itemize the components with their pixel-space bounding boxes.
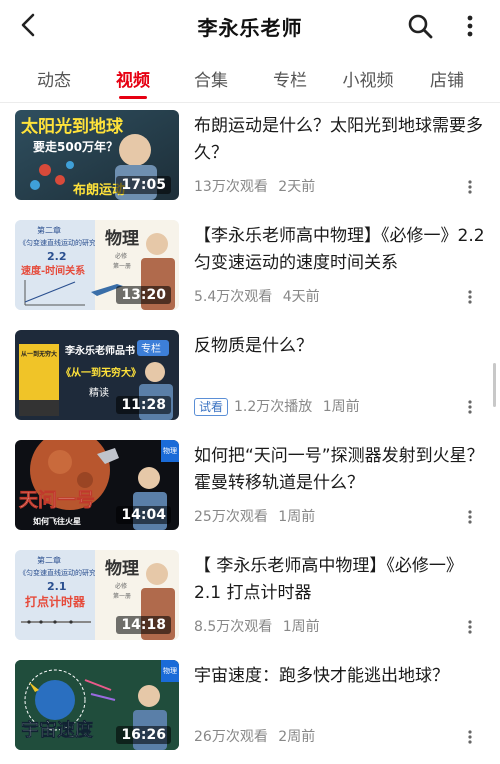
publish-time: 4天前 <box>282 289 320 305</box>
video-thumbnail[interactable]: 第二章 《匀变速直线运动的研究》 2.2 速度-时间关系 物理 必修 第一册 1… <box>15 220 179 310</box>
tab-short-videos[interactable]: 小视频 <box>343 66 394 91</box>
thumb-text: 物理 <box>105 228 139 249</box>
view-count: 26万次观看 <box>194 729 268 745</box>
view-count: 13万次观看 <box>194 179 268 195</box>
video-item[interactable]: 从一到无穷大 李永乐老师品书 《从一到无穷大》 精读 专栏 11:28 反物质是… <box>0 323 500 423</box>
thumb-text: 物理 <box>105 558 139 579</box>
more-vertical-icon[interactable] <box>458 12 482 40</box>
more-options-icon[interactable] <box>465 289 475 305</box>
thumb-text: 必修 <box>115 252 127 260</box>
more-options-icon[interactable] <box>465 179 475 195</box>
thumb-text: 精读 <box>89 386 109 399</box>
thumb-text: 必修 <box>115 582 127 590</box>
video-title[interactable]: 如何把“天问一号”探测器发射到火星？霍曼转移轨道是什么？ <box>194 443 486 497</box>
tab-videos[interactable]: 视频 <box>116 66 150 91</box>
video-meta: 试看 1.2万次播放 1周前 <box>194 396 366 416</box>
publish-time: 2天前 <box>278 179 316 195</box>
more-options-icon[interactable] <box>465 509 475 525</box>
thumb-text: 专栏 <box>141 342 161 355</box>
more-options-icon[interactable] <box>465 619 475 635</box>
thumb-text: 物理 <box>163 446 177 455</box>
video-duration: 14:18 <box>116 616 171 634</box>
active-tab-indicator <box>119 96 147 99</box>
video-title[interactable]: 反物质是什么？ <box>194 333 486 360</box>
trial-badge: 试看 <box>194 398 229 416</box>
play-count: 1.2万次播放 <box>234 399 313 415</box>
thumb-text: 《从一到无穷大》 <box>61 366 141 379</box>
video-meta: 25万次观看 1周前 <box>194 506 321 526</box>
video-duration: 16:26 <box>116 726 171 744</box>
video-item[interactable]: 物理 天问一号 如何飞往火星 14:04 如何把“天问一号”探测器发射到火星？霍… <box>0 433 500 533</box>
video-title[interactable]: 【李永乐老师高中物理】《必修一》2.2 匀变速运动的速度时间关系 <box>194 223 486 277</box>
thumb-text: 李永乐老师品书 <box>64 344 135 357</box>
thumb-text: 天问一号 <box>19 489 95 511</box>
video-duration: 11:28 <box>116 396 171 414</box>
publish-time: 2周前 <box>278 729 316 745</box>
video-duration: 13:20 <box>116 286 171 304</box>
publish-time: 1周前 <box>278 509 316 525</box>
publish-time: 1周前 <box>322 399 360 415</box>
thumb-text: 2.2 <box>47 250 67 263</box>
video-title[interactable]: 布朗运动是什么？太阳光到地球需要多久？ <box>194 113 486 167</box>
tab-store[interactable]: 店铺 <box>430 66 464 91</box>
publish-time: 1周前 <box>282 619 320 635</box>
video-title[interactable]: 【 李永乐老师高中物理】《必修一》2.1 打点计时器 <box>194 553 486 607</box>
video-thumbnail[interactable]: 从一到无穷大 李永乐老师品书 《从一到无穷大》 精读 专栏 11:28 <box>15 330 179 420</box>
thumb-text: 第二章 <box>37 225 61 235</box>
thumb-text: 第二章 <box>37 555 61 565</box>
thumb-text: 如何飞往火星 <box>33 516 81 526</box>
search-icon[interactable] <box>406 12 434 40</box>
video-item[interactable]: 太阳光到地球 要走500万年？ 布朗运动 17:05 布朗运动是什么？太阳光到地… <box>0 103 500 203</box>
thumb-text: 第一册 <box>113 592 131 600</box>
thumb-text: 第一册 <box>113 262 131 270</box>
header: 李永乐老师 <box>0 0 500 52</box>
thumb-text: 物理 <box>163 666 177 675</box>
view-count: 5.4万次观看 <box>194 289 273 305</box>
more-options-icon[interactable] <box>465 399 475 415</box>
video-duration: 17:05 <box>116 176 171 194</box>
thumb-text: 《匀变速直线运动的研究》 <box>19 568 103 577</box>
video-item[interactable]: 第二章 《匀变速直线运动的研究》 2.1 打点计时器 物理 必修 第一册 14:… <box>0 543 500 643</box>
thumb-text: 2.1 <box>47 580 67 593</box>
video-meta: 26万次观看 2周前 <box>194 726 321 746</box>
video-meta: 8.5万次观看 1周前 <box>194 616 326 636</box>
thumb-text: 《匀变速直线运动的研究》 <box>19 238 103 247</box>
video-thumbnail[interactable]: 第二章 《匀变速直线运动的研究》 2.1 打点计时器 物理 必修 第一册 14:… <box>15 550 179 640</box>
video-item[interactable]: 第二章 《匀变速直线运动的研究》 2.2 速度-时间关系 物理 必修 第一册 1… <box>0 213 500 313</box>
video-thumbnail[interactable]: 太阳光到地球 要走500万年？ 布朗运动 17:05 <box>15 110 179 200</box>
tab-bar: 动态 视频 合集 专栏 小视频 店铺 <box>0 52 500 103</box>
video-thumbnail[interactable]: 物理 天问一号 如何飞往火星 14:04 <box>15 440 179 530</box>
thumb-text: 速度-时间关系 <box>21 264 85 277</box>
view-count: 25万次观看 <box>194 509 268 525</box>
video-meta: 13万次观看 2天前 <box>194 176 321 196</box>
thumb-text: 打点计时器 <box>25 594 86 609</box>
tab-dynamic[interactable]: 动态 <box>37 66 71 91</box>
video-duration: 14:04 <box>116 506 171 524</box>
thumb-text: 太阳光到地球 <box>21 116 124 137</box>
thumb-text: 宇宙速度 <box>21 719 94 741</box>
thumb-text: 要走500万年？ <box>33 139 118 154</box>
tab-columns[interactable]: 专栏 <box>273 66 307 91</box>
view-count: 8.5万次观看 <box>194 619 273 635</box>
video-item[interactable]: 物理 宇宙速度 16:26 宇宙速度：跑多快才能逃出地球？ 26万次观看 2周前 <box>0 653 500 753</box>
more-options-icon[interactable] <box>465 729 475 745</box>
video-meta: 5.4万次观看 4天前 <box>194 286 326 306</box>
video-thumbnail[interactable]: 物理 宇宙速度 16:26 <box>15 660 179 750</box>
thumb-text: 从一到无穷大 <box>21 350 57 358</box>
video-title[interactable]: 宇宙速度：跑多快才能逃出地球？ <box>194 663 486 690</box>
tab-collections[interactable]: 合集 <box>194 66 228 91</box>
